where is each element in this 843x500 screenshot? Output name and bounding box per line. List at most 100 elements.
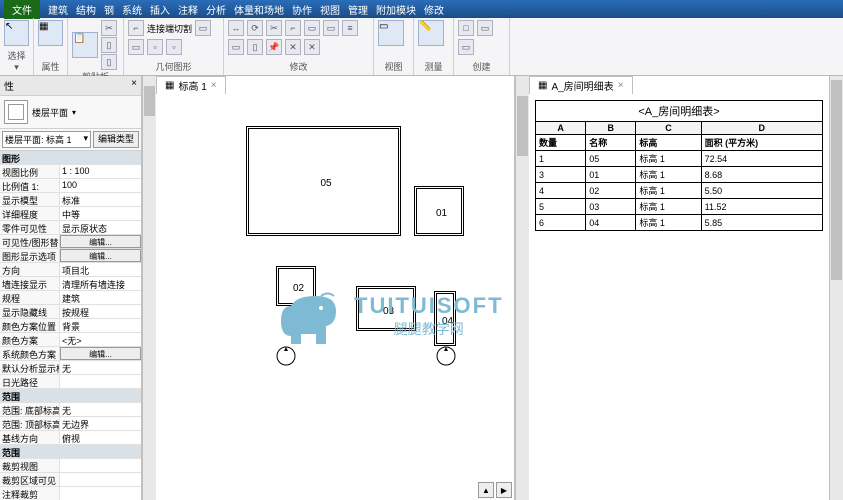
prop-row[interactable]: 墙连接显示清理所有墙连接: [0, 277, 141, 291]
prop-row[interactable]: 裁剪区域可见: [0, 473, 141, 487]
prop-row[interactable]: 比例值 1:100: [0, 179, 141, 193]
prop-edit-button[interactable]: 编辑...: [60, 249, 141, 262]
table-row[interactable]: 105标高 172.54: [536, 151, 823, 167]
prop-value[interactable]: 中等: [60, 207, 141, 220]
prop-edit-button[interactable]: 编辑...: [60, 235, 141, 248]
prop-value[interactable]: 显示原状态: [60, 221, 141, 234]
chevron-down-icon[interactable]: [72, 107, 76, 118]
prop-value[interactable]: [60, 375, 141, 388]
room-03[interactable]: 03: [356, 286, 416, 331]
create-icon-2[interactable]: ▭: [477, 20, 493, 36]
prop-row[interactable]: 视图比例1 : 100: [0, 165, 141, 179]
sched-scrollbar[interactable]: [829, 76, 843, 500]
cut-icon[interactable]: ✂: [101, 20, 117, 36]
menu-mass[interactable]: 体量和场地: [230, 2, 288, 17]
prop-value[interactable]: [60, 459, 141, 472]
trim-icon[interactable]: ✂: [266, 20, 282, 36]
geom-icon-2[interactable]: ▫: [166, 39, 182, 55]
select-tool-icon[interactable]: ↖: [4, 20, 29, 46]
view-tool-icon[interactable]: ▭: [378, 20, 404, 46]
table-row[interactable]: 402标高 15.50: [536, 183, 823, 199]
split-icon[interactable]: ▭: [304, 20, 320, 36]
scale-icon[interactable]: ▯: [247, 39, 263, 55]
mirror-icon[interactable]: ⌐: [285, 20, 301, 36]
drawing-canvas[interactable]: 0501020304: [176, 96, 510, 496]
prop-row[interactable]: 显示模型标准: [0, 193, 141, 207]
prop-value[interactable]: 无边界: [60, 417, 141, 430]
menu-arch[interactable]: 建筑: [44, 2, 72, 17]
prop-row[interactable]: 裁剪视图: [0, 459, 141, 473]
prop-value[interactable]: 清理所有墙连接: [60, 277, 141, 290]
menu-insert[interactable]: 插入: [146, 2, 174, 17]
prop-row[interactable]: 详细程度中等: [0, 207, 141, 221]
room-02[interactable]: 02: [276, 266, 316, 306]
prop-row[interactable]: 可见性/图形替换编辑...: [0, 235, 141, 249]
array-icon[interactable]: ▭: [323, 20, 339, 36]
rotate-icon[interactable]: ⟳: [247, 20, 263, 36]
prop-value[interactable]: 无: [60, 361, 141, 374]
prop-value[interactable]: 背景: [60, 319, 141, 332]
menu-manage[interactable]: 管理: [344, 2, 372, 17]
menu-collab[interactable]: 协作: [288, 2, 316, 17]
unpin-icon[interactable]: ✕: [285, 39, 301, 55]
prop-row[interactable]: 默认分析显示样式无: [0, 361, 141, 375]
prop-row[interactable]: 规程建筑: [0, 291, 141, 305]
prop-row[interactable]: 零件可见性显示原状态: [0, 221, 141, 235]
prop-value[interactable]: 100: [60, 179, 141, 192]
prop-value[interactable]: [60, 473, 141, 486]
table-row[interactable]: 301标高 18.68: [536, 167, 823, 183]
tab-close-icon[interactable]: ×: [618, 80, 624, 91]
match-icon[interactable]: ▯: [101, 54, 117, 70]
offset-icon[interactable]: ▭: [228, 39, 244, 55]
geom-icon[interactable]: ▫: [147, 39, 163, 55]
prop-row[interactable]: 颜色方案位置背景: [0, 319, 141, 333]
prop-section[interactable]: 图形: [0, 151, 141, 165]
table-row[interactable]: 503标高 111.52: [536, 199, 823, 215]
menu-addins[interactable]: 附加模块: [372, 2, 420, 17]
prop-section[interactable]: 范围: [0, 445, 141, 459]
menu-file[interactable]: 文件: [4, 0, 40, 19]
menu-system[interactable]: 系统: [118, 2, 146, 17]
tab-floor-plan[interactable]: ▦ 标高 1 ×: [156, 76, 226, 94]
prop-row[interactable]: 颜色方案<无>: [0, 333, 141, 347]
properties-header[interactable]: 楼层平面: [0, 96, 141, 129]
create-icon-3[interactable]: ▭: [458, 39, 474, 55]
prop-section[interactable]: 范围: [0, 389, 141, 403]
prop-value[interactable]: 俯视: [60, 431, 141, 444]
prop-row[interactable]: 基线方向俯视: [0, 431, 141, 445]
prop-value[interactable]: 标准: [60, 193, 141, 206]
tab-close-icon[interactable]: ×: [211, 80, 217, 91]
room-04[interactable]: 04: [434, 291, 456, 346]
prop-row[interactable]: 注释裁剪: [0, 487, 141, 500]
room-05[interactable]: 05: [246, 126, 401, 236]
table-row[interactable]: 604标高 15.85: [536, 215, 823, 231]
cope-icon[interactable]: ⌐: [128, 20, 144, 36]
prop-row[interactable]: 显示隐藏线按规程: [0, 305, 141, 319]
close-icon[interactable]: ×: [131, 78, 137, 93]
floor-plan-view[interactable]: ▦ 标高 1 × 0501020304 TUITUISOFT: [156, 76, 515, 500]
prop-row[interactable]: 图形显示选项编辑...: [0, 249, 141, 263]
view-ctrl-up[interactable]: ▲: [478, 482, 494, 498]
prop-value[interactable]: 无: [60, 403, 141, 416]
menu-steel[interactable]: 钢: [100, 2, 118, 17]
properties-icon[interactable]: ▦: [38, 20, 63, 46]
prop-value[interactable]: [60, 487, 141, 500]
view-ctrl-right[interactable]: ▶: [496, 482, 512, 498]
cut-geom-icon[interactable]: ▭: [195, 20, 211, 36]
menu-modify[interactable]: 修改: [420, 2, 448, 17]
schedule-view[interactable]: ▦ A_房间明细表 × <A_房间明细表> A B C D 数量 名称: [529, 76, 829, 500]
prop-row[interactable]: 系统颜色方案编辑...: [0, 347, 141, 361]
view-scrollbar[interactable]: [515, 76, 529, 500]
prop-row[interactable]: 方向项目北: [0, 263, 141, 277]
tab-schedule[interactable]: ▦ A_房间明细表 ×: [529, 76, 633, 94]
prop-scrollbar[interactable]: [142, 76, 156, 500]
menu-struct[interactable]: 结构: [72, 2, 100, 17]
move-icon[interactable]: ↔: [228, 20, 244, 36]
delete-icon[interactable]: ✕: [304, 39, 320, 55]
menu-view[interactable]: 视图: [316, 2, 344, 17]
prop-value[interactable]: 建筑: [60, 291, 141, 304]
join-icon[interactable]: ▭: [128, 39, 144, 55]
create-icon-1[interactable]: □: [458, 20, 474, 36]
menu-annotate[interactable]: 注释: [174, 2, 202, 17]
prop-value[interactable]: 1 : 100: [60, 165, 141, 178]
